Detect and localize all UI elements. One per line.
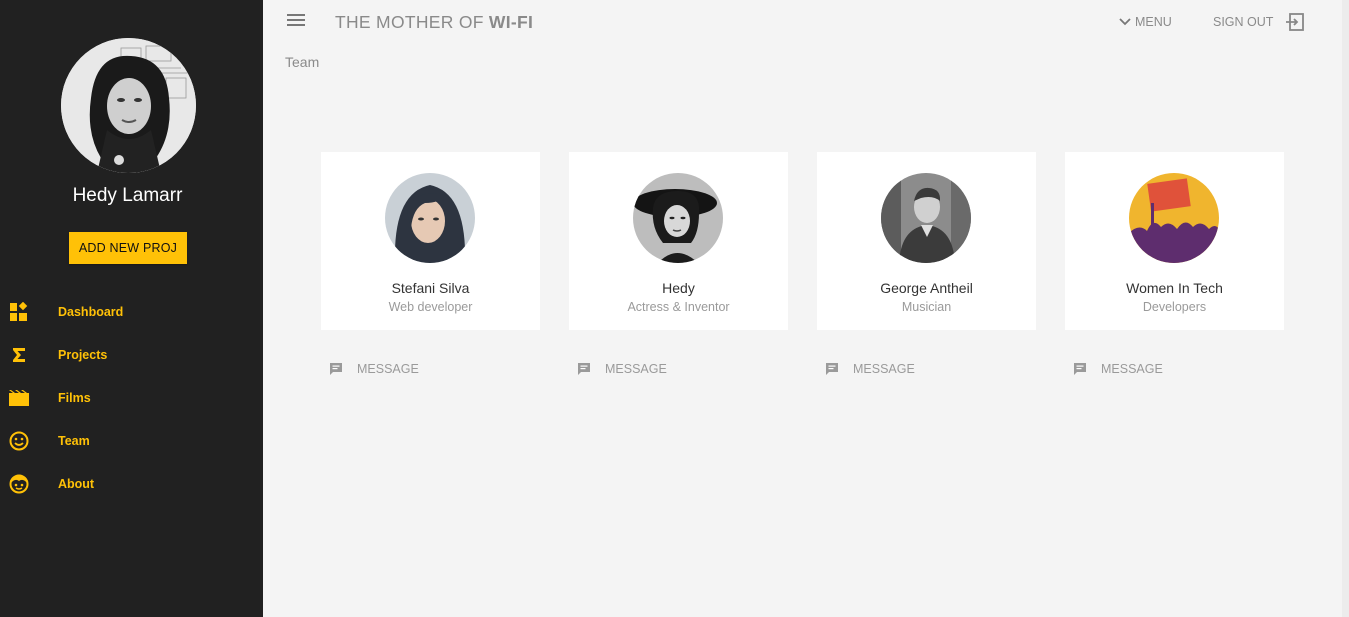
team-member-card: George Antheil Musician [817,152,1036,330]
message-icon [1074,363,1086,375]
chevron-down-icon [1119,18,1131,26]
sidebar-item-about[interactable]: About [0,469,263,499]
sidebar-item-films[interactable]: Films [0,383,263,413]
page-title: Team [285,54,320,70]
menu-button[interactable]: MENU [1119,15,1172,29]
member-avatar [881,173,971,263]
hamburger-menu-icon[interactable] [287,14,305,28]
message-label: MESSAGE [357,362,419,376]
member-name: Stefani Silva [391,280,470,296]
message-button[interactable]: MESSAGE [1065,360,1205,378]
menu-label: MENU [1135,15,1172,29]
smiley-icon [9,431,29,451]
member-avatar [1129,173,1219,263]
top-bar: THE MOTHER OF WI-FI MENU SIGN OUT [263,0,1349,44]
scrollbar[interactable] [1342,0,1349,617]
face-icon [9,474,29,494]
member-avatar [633,173,723,263]
profile-avatar [61,38,196,173]
sidebar-item-label: About [58,477,95,491]
sidebar-item-team[interactable]: Team [0,426,263,456]
message-icon [578,363,590,375]
message-button[interactable]: MESSAGE [817,360,957,378]
sidebar-item-projects[interactable]: Projects [0,340,263,370]
message-label: MESSAGE [1101,362,1163,376]
member-role: Actress & Inventor [627,300,730,314]
member-name: Women In Tech [1126,280,1223,296]
member-role: Web developer [388,300,473,314]
add-new-project-button[interactable]: ADD NEW PROJ [69,232,187,264]
app-title-bold: WI-FI [488,12,534,32]
exit-icon[interactable] [1285,12,1305,32]
team-member-card: Stefani Silva Web developer [321,152,540,330]
film-icon [9,388,29,408]
sign-out-button[interactable]: SIGN OUT [1213,15,1273,29]
team-member-card: Hedy Actress & Inventor [569,152,788,330]
sidebar-item-label: Team [58,434,90,448]
app-title-prefix: THE MOTHER OF [335,12,489,32]
app-title: THE MOTHER OF WI-FI [335,12,533,33]
member-name: Hedy [662,280,695,296]
profile-name: Hedy Lamarr [72,185,183,206]
sidebar-item-label: Dashboard [58,305,124,319]
message-icon [330,363,342,375]
message-icon [826,363,838,375]
team-member-card: Women In Tech Developers [1065,152,1284,330]
member-role: Musician [901,300,952,314]
sidebar-item-label: Projects [58,348,108,362]
member-avatar [385,173,475,263]
sigma-icon [9,345,29,365]
message-label: MESSAGE [605,362,667,376]
member-name: George Antheil [880,280,973,296]
member-role: Developers [1142,300,1207,314]
sidebar-item-label: Films [58,391,91,405]
message-button[interactable]: MESSAGE [321,360,461,378]
sidebar: Hedy Lamarr ADD NEW PROJ Dashboard Proje… [0,0,263,617]
sidebar-item-dashboard[interactable]: Dashboard [0,297,263,327]
message-label: MESSAGE [853,362,915,376]
dashboard-icon [9,302,29,322]
message-button[interactable]: MESSAGE [569,360,709,378]
